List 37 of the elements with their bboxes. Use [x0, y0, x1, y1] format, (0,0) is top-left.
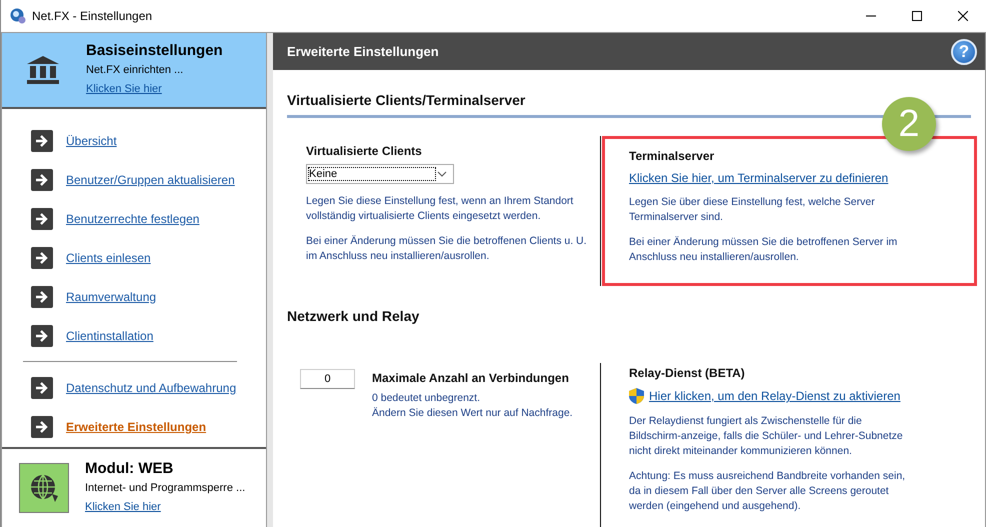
action-link[interactable]: Hier klicken, um den Relay-Dienst zu aktivieren: [649, 389, 900, 403]
app-icon: [10, 8, 26, 24]
description-text: 0 bedeutet unbegrenzt. Ändern Sie diesen Wert nur auf Nachfrage.: [372, 391, 573, 421]
window-title: Net.FX - Einstellungen: [32, 9, 154, 23]
header-link[interactable]: Klicken Sie hier: [86, 83, 162, 96]
setting-title: Relay-Dienst (BETA): [629, 366, 746, 380]
description-text: Der Relaydienst fungiert als Zwischenstelle für die Bildschirm-anzeige, falls die Schüler- und Lehrer-Subnetze nicht direkt miteinander kommunizieren können.: [629, 414, 904, 459]
nav-link[interactable]: Benutzer/Gruppen aktualisieren: [66, 173, 235, 188]
action-link[interactable]: Klicken Sie hier, um Terminalserver zu definieren: [629, 171, 888, 185]
maximize-icon: [912, 11, 922, 21]
nav-link[interactable]: Datenschutz und Aufbewahrung: [66, 381, 236, 396]
description-text: Achtung: Es muss ausreichend Bandbreite vorhanden sein, da in diesem Fall über den Server alle Screens geroutet werden (eingehend und ausgehend).: [629, 469, 906, 514]
description-text: Bei einer Änderung müssen Sie die betroffenen Clients u. U. im Anschluss neu installieren/ausrollen.: [306, 234, 588, 264]
dropdown[interactable]: Keine: [306, 164, 454, 184]
panel-title: Erweiterte Einstellungen: [287, 44, 439, 59]
nav-link[interactable]: Raumverwaltung: [66, 290, 156, 304]
bank-icon: [26, 54, 60, 85]
description-text: Bei einer Änderung müssen Sie die betroffenen Server im Anschluss neu installieren/ausrollen.: [629, 235, 898, 265]
setting-title: Terminalserver: [629, 149, 716, 163]
module-link[interactable]: Klicken Sie hier: [85, 501, 161, 514]
section-title: Basiseinstellungen: [86, 42, 223, 60]
nav-link[interactable]: Erweiterte Einstellungen: [66, 420, 206, 434]
description-text: Legen Sie über diese Einstellung fest, welche Server Terminalserver sind.: [629, 195, 876, 225]
nav-link[interactable]: Übersicht: [66, 134, 117, 148]
setting-title: Maximale Anzahl an Verbindungen: [372, 371, 570, 385]
setting-title: Virtualisierte Clients: [306, 144, 423, 158]
module-title: Modul: WEB: [85, 460, 174, 478]
chevron-icon: [437, 171, 447, 177]
nav-link[interactable]: Benutzerrechte festlegen: [66, 212, 200, 226]
section-subtitle: Net.FX einrichten ...: [86, 64, 184, 76]
nav-link[interactable]: Clients einlesen: [66, 251, 151, 266]
module-subtitle: Internet- und Programmsperre ...: [85, 482, 246, 494]
description-text: Legen Sie diese Einstellung fest, wenn an Ihrem Standort vollständig virtualisierte Clients eingesetzt werden.: [306, 194, 574, 224]
section-heading: Netzwerk und Relay: [287, 308, 420, 326]
close-icon: [958, 11, 968, 21]
nav-link[interactable]: Clientinstallation: [66, 329, 154, 344]
number-field[interactable]: 0: [300, 369, 355, 389]
